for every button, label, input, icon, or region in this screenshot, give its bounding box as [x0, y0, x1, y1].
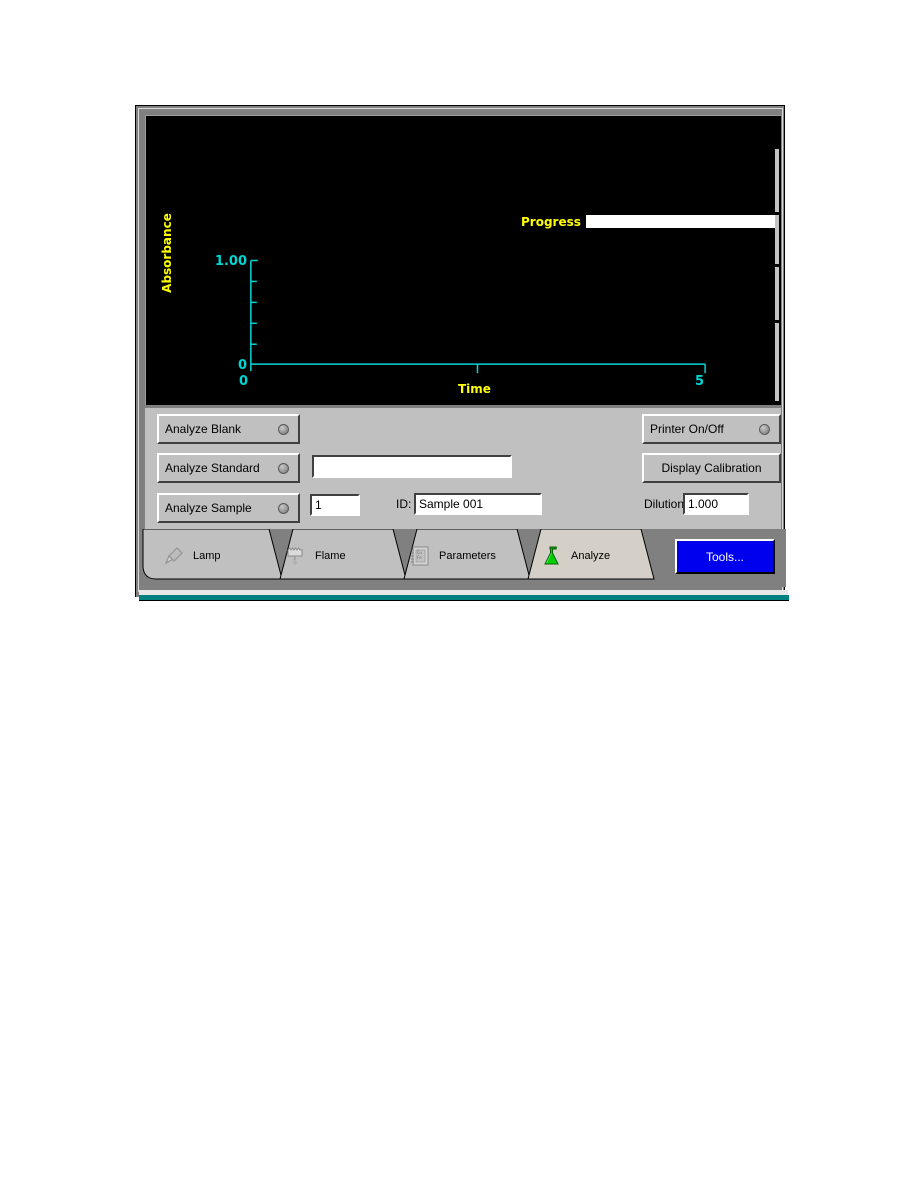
dilution-label: Dilution:	[644, 497, 688, 511]
analyze-blank-label: Analyze Blank	[165, 422, 242, 436]
graph-panel: Absorbance 1.00 0 0 5 Time Progress	[145, 115, 781, 405]
burner-icon	[287, 547, 303, 565]
lamp-icon	[164, 547, 183, 565]
svg-text:Fe: Fe	[417, 555, 422, 560]
x-axis-label: Time	[458, 382, 491, 396]
analyze-blank-indicator	[278, 423, 298, 435]
progress-bar	[584, 214, 778, 229]
y-axis-label: Absorbance	[160, 213, 174, 293]
display-calibration-button[interactable]: Display Calibration	[642, 453, 781, 483]
tab-parameters-label: Parameters	[439, 550, 496, 562]
y-axis-tick-label-max: 1.00	[214, 254, 247, 269]
analyze-standard-button[interactable]: Analyze Standard	[157, 453, 300, 483]
instrument-application-window: Absorbance 1.00 0 0 5 Time Progress Anal…	[135, 105, 789, 601]
burner-base	[292, 560, 298, 565]
progress-row: Progress	[521, 214, 778, 229]
progress-label: Progress	[521, 214, 581, 229]
analyze-control-panel: Analyze Blank Analyze Standard Analyze S…	[145, 408, 781, 529]
display-calibration-label: Display Calibration	[661, 461, 762, 475]
flask-icon	[544, 546, 559, 565]
y-axis-tick-label-min: 0	[237, 358, 247, 373]
burner-body	[287, 547, 303, 557]
analyze-standard-label: Analyze Standard	[165, 461, 260, 475]
analyze-standard-indicator	[278, 462, 298, 474]
printer-on-off-button[interactable]: Printer On/Off	[642, 414, 781, 444]
analyze-blank-button[interactable]: Analyze Blank	[157, 414, 300, 444]
analyze-sample-label: Analyze Sample	[165, 501, 252, 515]
window-inner-bevel: Absorbance 1.00 0 0 5 Time Progress Anal…	[138, 108, 789, 601]
x-axis-tick-label-min: 0	[239, 374, 249, 389]
standard-concentration-input[interactable]	[312, 455, 512, 478]
tab-lamp[interactable]: Lamp	[163, 543, 221, 569]
tab-analyze-label: Analyze	[571, 550, 611, 562]
flask-neck-bar	[550, 547, 557, 549]
tab-strip: Lamp Flame Cu Fe Parameters Analyze Tool…	[141, 529, 786, 587]
sample-id-label: ID:	[396, 497, 412, 511]
sample-number-input[interactable]: 1	[310, 494, 360, 516]
scroll-strip-mark	[775, 146, 779, 149]
x-axis-tick-label-max: 5	[695, 374, 705, 389]
burner-stem	[294, 556, 296, 560]
tab-flame[interactable]: Flame	[285, 543, 346, 569]
parameters-list-icon: Cu Fe	[411, 546, 429, 566]
scroll-strip-mark	[775, 320, 779, 323]
tools-button-label: Tools...	[705, 549, 744, 564]
analyze-sample-button[interactable]: Analyze Sample	[157, 493, 300, 523]
window-status-bar	[139, 595, 789, 601]
dilution-input[interactable]: 1.000	[683, 493, 749, 515]
scroll-strip-mark	[775, 264, 779, 267]
printer-status-indicator	[759, 423, 779, 435]
sample-id-input[interactable]: Sample 001	[414, 493, 542, 515]
graph-scroll-strip[interactable]	[775, 146, 779, 401]
printer-on-off-label: Printer On/Off	[650, 422, 724, 436]
tab-flame-label: Flame	[315, 550, 346, 562]
tab-parameters[interactable]: Cu Fe Parameters	[409, 543, 496, 569]
tab-lamp-label: Lamp	[193, 550, 221, 562]
tools-button[interactable]: Tools...	[675, 539, 775, 574]
tab-analyze[interactable]: Analyze	[541, 543, 610, 569]
scroll-strip-mark	[775, 212, 779, 215]
analyze-sample-indicator	[278, 502, 298, 514]
